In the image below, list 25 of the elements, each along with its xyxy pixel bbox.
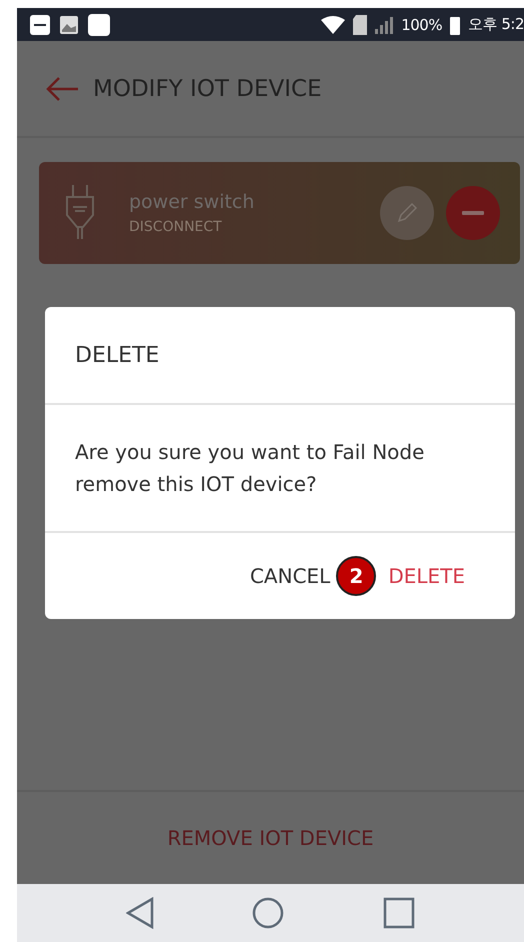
back-icon[interactable] <box>126 897 154 929</box>
device-card[interactable]: power switch DISCONNECT <box>39 162 520 264</box>
wifi-icon <box>321 16 346 34</box>
signal-icon <box>375 16 394 34</box>
remove-button[interactable] <box>446 186 500 240</box>
clock: 오후 5:2 <box>468 15 524 34</box>
notification-icon <box>29 14 51 36</box>
pencil-icon <box>395 201 419 225</box>
plug-icon <box>65 185 95 241</box>
sd-card-icon <box>353 14 368 34</box>
device-status: DISCONNECT <box>129 219 223 235</box>
battery-percent: 100% <box>401 16 442 34</box>
home-icon[interactable] <box>252 897 284 929</box>
device-name: power switch <box>129 191 256 213</box>
dialog-title: DELETE <box>45 307 515 405</box>
step-marker: 2 <box>336 556 376 596</box>
dialog-message: Are you sure you want to Fail Node remove this IOT device? <box>45 405 515 533</box>
cancel-button[interactable]: CANCEL <box>246 564 334 588</box>
minus-icon <box>462 211 484 215</box>
image-icon <box>59 14 79 34</box>
battery-icon <box>450 14 460 34</box>
screen-title: MODIFY IOT DEVICE <box>93 76 322 102</box>
delete-button[interactable]: DELETE <box>384 564 469 588</box>
recents-icon[interactable] <box>382 897 415 929</box>
square-icon <box>87 12 111 36</box>
